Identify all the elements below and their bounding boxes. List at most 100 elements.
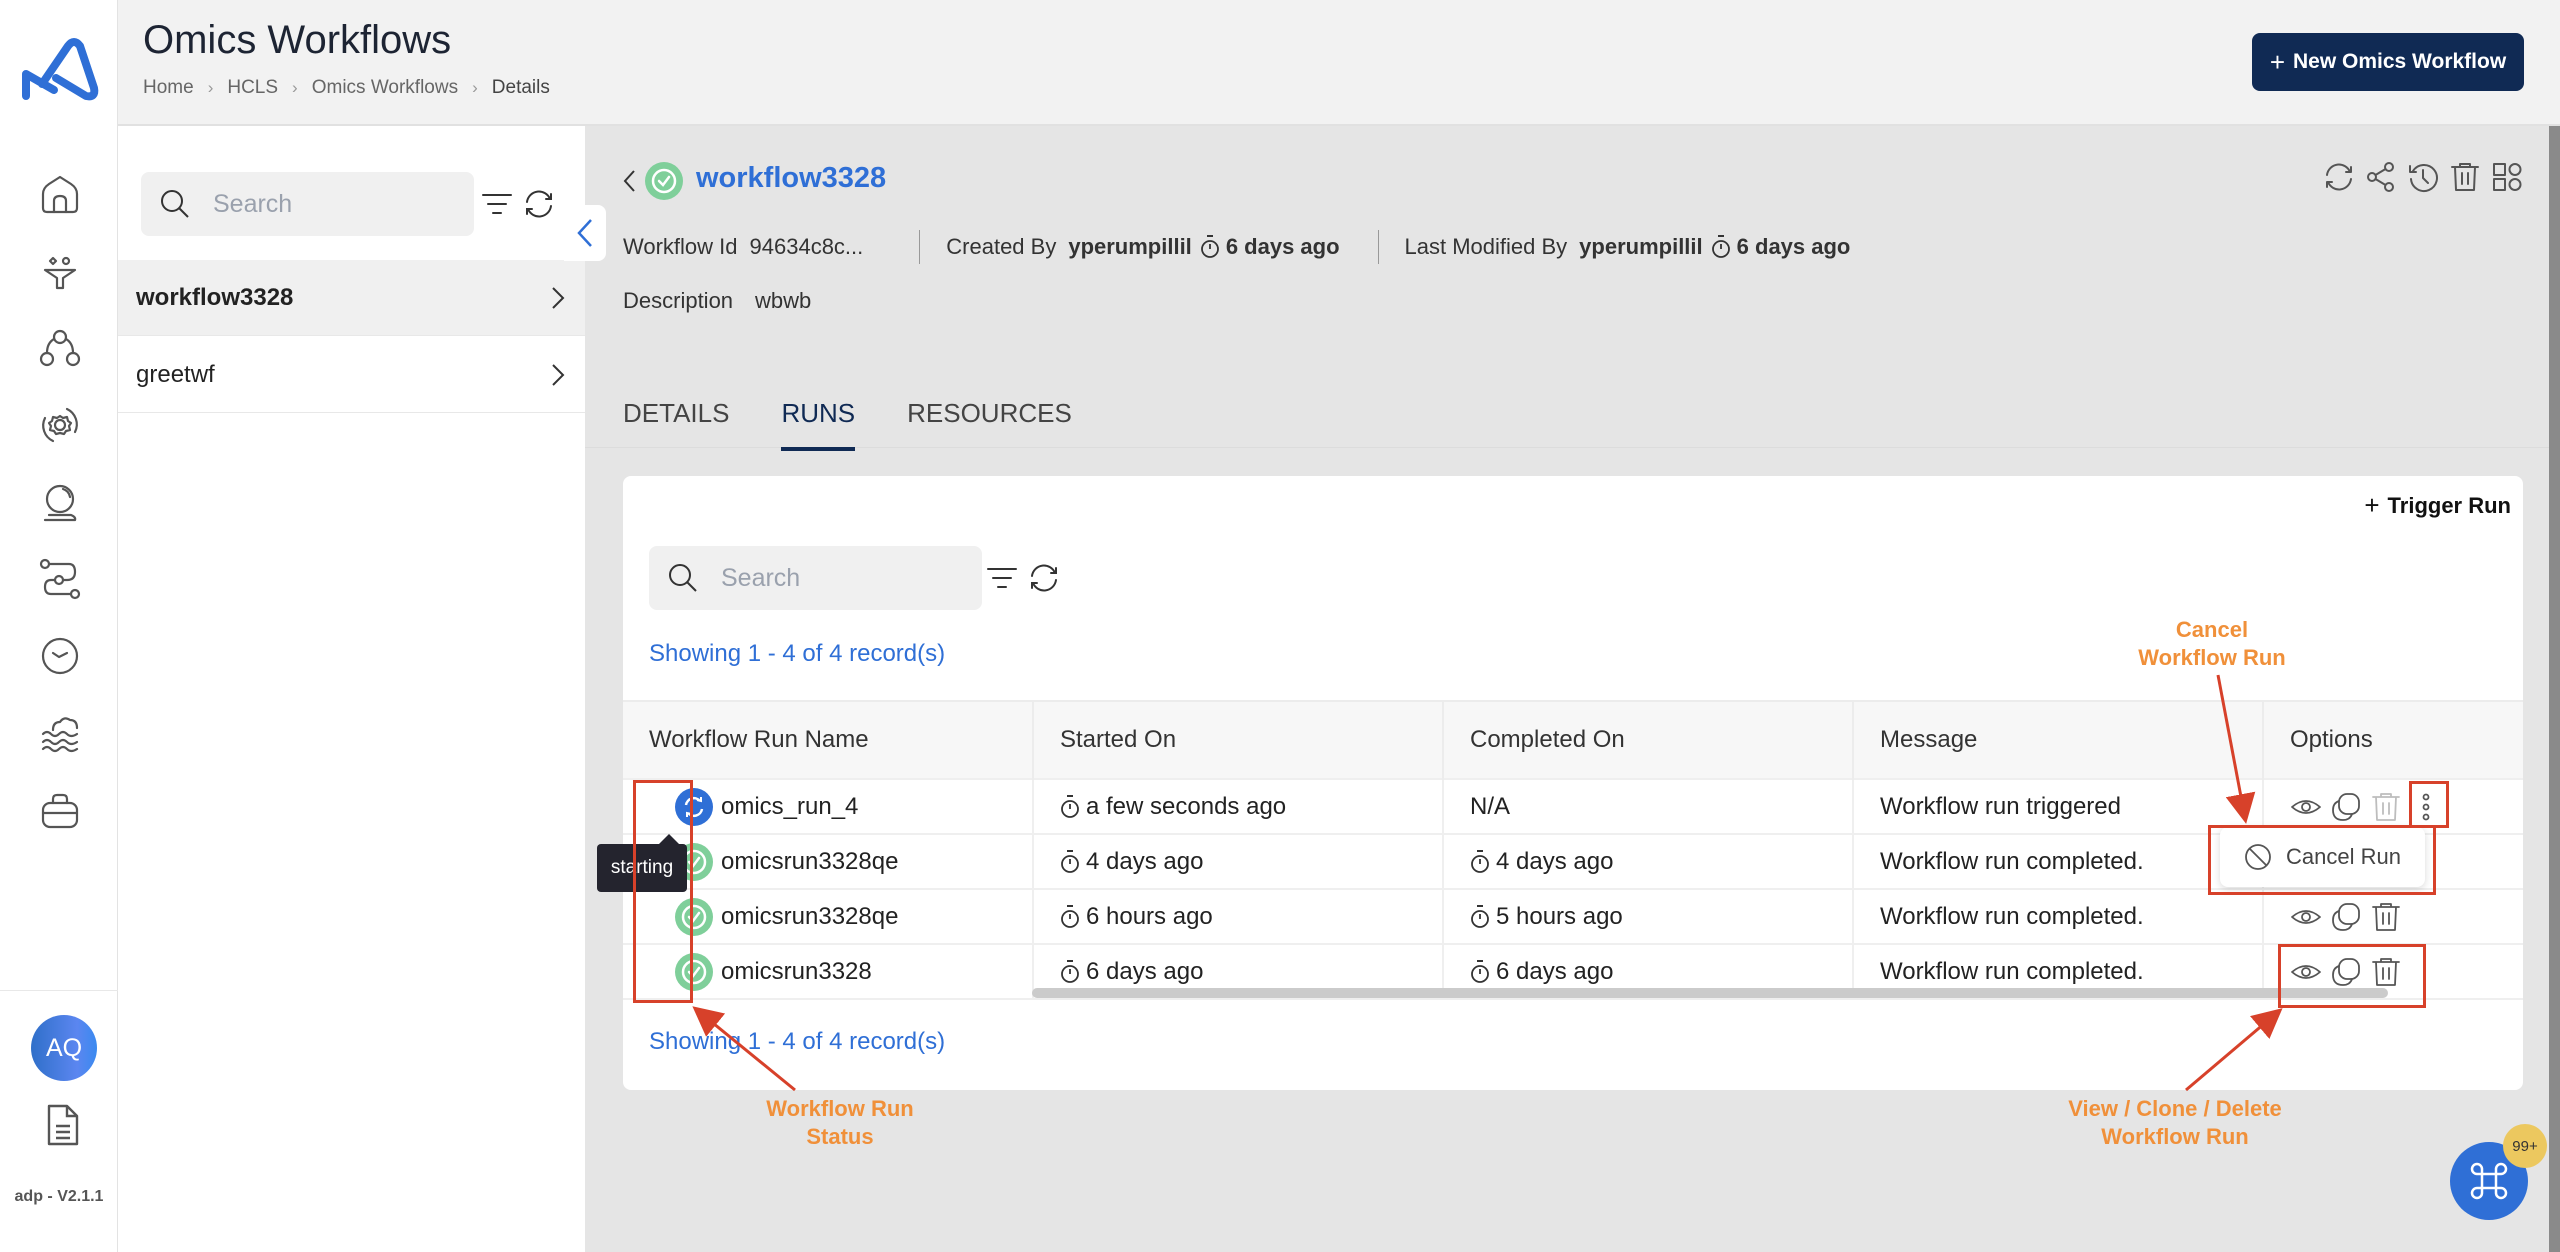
search-icon (669, 564, 697, 592)
tab-runs[interactable]: RUNS (781, 398, 855, 451)
workflow-title: workflow3328 (696, 162, 887, 194)
runs-search-input[interactable] (721, 563, 961, 593)
refresh-icon[interactable] (1027, 561, 1061, 595)
notification-badge: 99+ (2503, 1124, 2547, 1168)
page-header: Omics Workflows Home › HCLS › Omics Work… (118, 0, 2560, 126)
column-header-name[interactable]: Workflow Run Name (623, 700, 1034, 779)
timer-icon (1711, 235, 1730, 258)
table-horizontal-scrollbar[interactable] (1032, 988, 2388, 998)
table-row: omicsrun3328qe 6 hours ago 5 hours ago W… (623, 888, 2523, 944)
crystal-ball-icon[interactable] (39, 481, 81, 523)
app-logo-icon[interactable] (18, 38, 100, 104)
app-version: adp - V2.1.1 (14, 1188, 104, 1205)
refresh-icon[interactable] (2323, 160, 2355, 194)
column-header-started[interactable]: Started On (1033, 700, 1444, 779)
history-icon[interactable] (2407, 160, 2439, 194)
view-icon[interactable] (2290, 791, 2322, 823)
refresh-icon[interactable] (522, 187, 556, 221)
filter-icon[interactable] (985, 561, 1019, 595)
timer-icon (1061, 960, 1079, 984)
search-icon (161, 190, 189, 218)
new-omics-workflow-label: New Omics Workflow (2293, 50, 2507, 73)
run-options (2263, 888, 2523, 944)
workflow-description: Description wbwb (623, 288, 811, 314)
filter-icon[interactable] (480, 187, 514, 221)
workflow-list-item[interactable]: greetwf (118, 337, 585, 413)
command-key-icon (2470, 1162, 2508, 1200)
delete-icon (2370, 791, 2402, 823)
created-ago: 6 days ago (1225, 234, 1340, 259)
workflow-list-item[interactable]: workflow3328 (118, 260, 585, 336)
timer-icon (1471, 905, 1489, 929)
column-header-message[interactable]: Message (1853, 700, 2264, 779)
breadcrumb-home[interactable]: Home (143, 77, 194, 99)
run-completed-value: 5 hours ago (1496, 902, 1623, 930)
detail-tabs: DETAILS RUNS RESOURCES (623, 398, 1124, 451)
view-icon[interactable] (2290, 901, 2322, 933)
back-chevron-icon[interactable] (620, 166, 640, 196)
run-completed-value: N/A (1470, 792, 1511, 820)
gear-cycle-icon[interactable] (39, 404, 81, 446)
run-name[interactable]: omicsrun3328 (721, 958, 872, 986)
tab-resources[interactable]: RESOURCES (907, 398, 1072, 451)
user-avatar[interactable]: AQ (31, 1015, 97, 1081)
run-completed-value: 4 days ago (1496, 847, 1614, 875)
run-name[interactable]: omicsrun3328qe (721, 903, 898, 931)
run-completed: N/A (1443, 778, 1854, 834)
breadcrumb-hcls[interactable]: HCLS (227, 77, 278, 99)
run-name[interactable]: omicsrun3328qe (721, 848, 898, 876)
run-started: a few seconds ago (1033, 778, 1444, 834)
completed-status-icon (645, 162, 683, 200)
workflow-meta: Workflow Id 94634c8c... Created By yperu… (623, 230, 1850, 264)
run-completed: 4 days ago (1443, 833, 1854, 889)
modified-ago: 6 days ago (1736, 234, 1851, 259)
run-started: 6 hours ago (1033, 888, 1444, 944)
briefcase-icon[interactable] (39, 789, 81, 831)
annotation-options-text: View / Clone / Delete Workflow Run (2068, 1096, 2282, 1149)
breadcrumb: Home › HCLS › Omics Workflows › Details (143, 77, 550, 99)
delete-icon[interactable] (2449, 160, 2481, 194)
pipeline-icon[interactable] (39, 558, 81, 600)
delete-icon[interactable] (2370, 901, 2402, 933)
chevron-right-icon (552, 364, 565, 386)
breadcrumb-omics-workflows[interactable]: Omics Workflows (312, 77, 458, 99)
trigger-run-label: Trigger Run (2387, 492, 2511, 518)
tab-details[interactable]: DETAILS (623, 398, 729, 451)
workflow-actions (2323, 160, 2523, 194)
timer-icon (1471, 960, 1489, 984)
funnel-icon[interactable] (39, 250, 81, 292)
clone-icon[interactable] (2330, 901, 2362, 933)
clone-icon[interactable] (2330, 791, 2362, 823)
breadcrumb-separator-icon: › (292, 78, 298, 97)
description-value: wbwb (755, 288, 812, 313)
workflow-search-box (141, 172, 474, 236)
collapse-panel-button[interactable] (564, 205, 606, 261)
workflow-list-panel: workflow3328 greetwf (118, 126, 585, 1252)
page-scrollbar[interactable] (2549, 126, 2560, 1252)
created-by-value: yperumpillil (1068, 234, 1192, 259)
runs-search-box (649, 546, 982, 610)
hierarchy-icon[interactable] (39, 327, 81, 369)
new-omics-workflow-button[interactable]: + New Omics Workflow (2252, 33, 2524, 91)
records-count-bottom: Showing 1 - 4 of 4 record(s) (649, 1028, 946, 1055)
annotation-options: View / Clone / Delete Workflow Run (2040, 1095, 2310, 1151)
column-header-options: Options (2263, 700, 2523, 779)
chevron-left-icon (577, 219, 592, 247)
trigger-run-button[interactable]: + Trigger Run (2364, 490, 2511, 521)
workflow-id-value[interactable]: 94634c8c... (750, 234, 864, 260)
annotation-box-row-options (2278, 944, 2426, 1008)
divider (1377, 230, 1379, 264)
document-icon[interactable] (45, 1102, 81, 1148)
clock-icon[interactable] (39, 635, 81, 677)
page-title: Omics Workflows (143, 18, 452, 62)
run-name[interactable]: omics_run_4 (721, 793, 858, 821)
column-header-completed[interactable]: Completed On (1443, 700, 1854, 779)
run-message: Workflow run completed. (1853, 888, 2264, 944)
rail-divider (0, 990, 118, 991)
workflow-search-input[interactable] (213, 189, 453, 219)
layout-grid-icon[interactable] (2491, 160, 2523, 194)
data-lake-icon[interactable] (39, 712, 81, 754)
home-icon[interactable] (39, 174, 81, 216)
share-icon[interactable] (2365, 160, 2397, 194)
breadcrumb-separator-icon: › (472, 78, 478, 97)
